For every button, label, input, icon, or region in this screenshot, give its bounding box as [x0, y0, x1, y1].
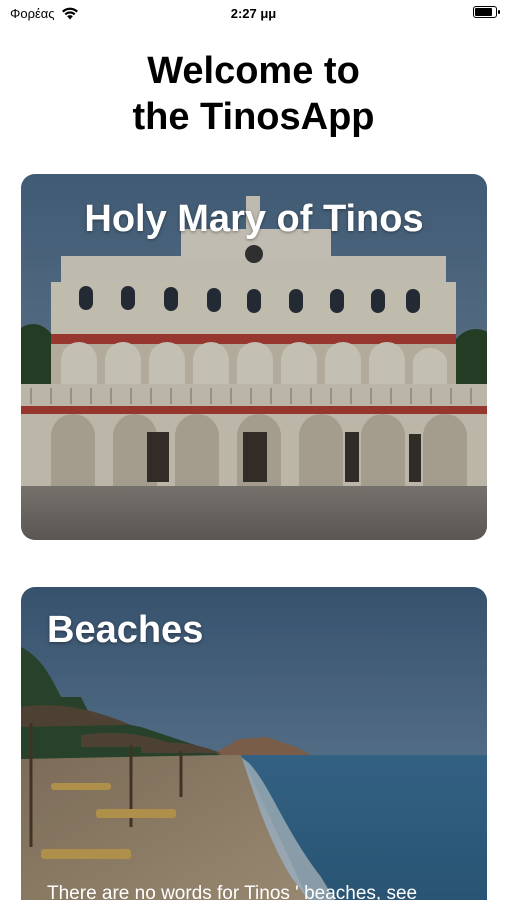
card-description-beaches: There are no words for Tinos ' beaches, …	[47, 883, 418, 900]
title-line-2: the TinosApp	[132, 96, 375, 138]
card-holy-mary[interactable]: Holy Mary of Tinos	[21, 174, 487, 540]
card-title-holy-mary: Holy Mary of Tinos	[84, 198, 424, 240]
status-time: 2:27 μμ	[230, 6, 277, 21]
card-title-beaches: Beaches	[47, 609, 204, 651]
battery-indicator	[473, 6, 500, 18]
battery-fill	[475, 8, 492, 16]
status-bar: Φορέας 2:27 μμ	[0, 0, 507, 28]
page-title: Welcome to the TinosApp	[0, 48, 507, 140]
battery-icon	[473, 6, 500, 18]
title-line-1: Welcome to	[147, 50, 360, 92]
card-beaches[interactable]: Beaches There are no words for Tinos ' b…	[21, 587, 487, 900]
app-screen: Φορέας 2:27 μμ Welcome to the TinosApp H…	[0, 0, 507, 900]
